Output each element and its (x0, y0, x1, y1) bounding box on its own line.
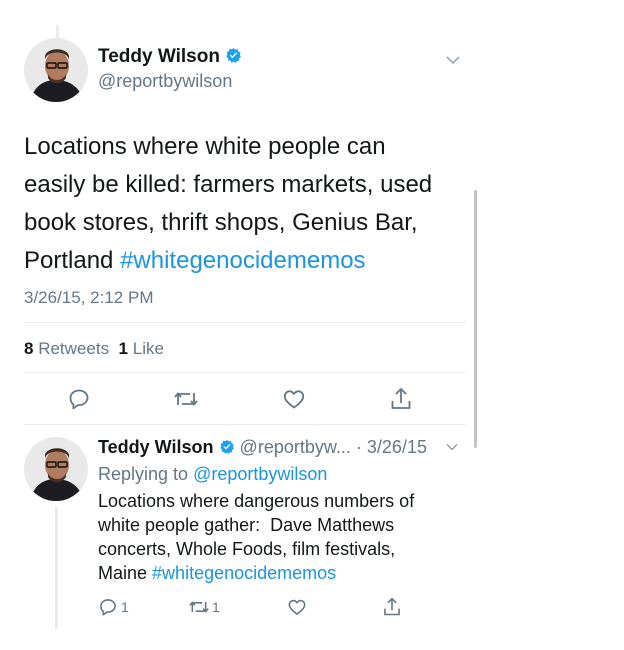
tweet-text-line: book stores, thrift shops, Genius Bar, (24, 209, 418, 236)
avatar-photo (24, 38, 88, 102)
header-separator: · (355, 437, 362, 457)
replying-to-label: Replying to (98, 464, 189, 484)
like-icon[interactable] (282, 387, 306, 411)
divider (24, 424, 466, 425)
tweet-text-line: easily be killed: farmers markets, used (24, 171, 433, 198)
tweet-text-line: Portland (24, 247, 114, 274)
author-name[interactable]: Teddy Wilson (98, 46, 220, 67)
hashtag-link[interactable]: #whitegenocidememos (152, 563, 336, 583)
hashtag-link[interactable]: #whitegenocidememos (120, 247, 365, 274)
avatar-photo (24, 437, 88, 501)
retweets-stat[interactable]: 8 Retweets (24, 339, 109, 358)
tweet-text-line: Locations where white people can (24, 133, 386, 160)
author-handle[interactable]: @reportbywilson (98, 70, 232, 92)
tweet-timestamp[interactable]: 3/26/15, 2:12 PM (24, 287, 153, 309)
tweet-text-line: white people gather: Dave Matthews (98, 515, 395, 535)
replying-to: Replying to @reportbywilson (98, 462, 327, 486)
reply-icon (98, 597, 118, 617)
retweet-count: 1 (212, 599, 220, 615)
likes-label: Like (132, 339, 164, 358)
reply-tweet-header: Teddy Wilson @reportbyw... · 3/26/15 (98, 436, 427, 460)
likes-count: 1 (118, 339, 128, 358)
share-icon[interactable] (389, 386, 413, 412)
likes-stat[interactable]: 1 Like (119, 339, 164, 358)
tweet-text-line: concerts, Whole Foods, film festivals, (98, 539, 396, 559)
scrollbar-thumb[interactable] (474, 190, 477, 448)
reply-count: 1 (121, 599, 129, 615)
reply-action[interactable]: 1 (98, 597, 129, 617)
thread-connector-top (56, 25, 59, 39)
divider (24, 322, 466, 323)
reply-tweet-text: Locations where dangerous numbers of whi… (98, 489, 468, 585)
tweet-date[interactable]: 3/26/15 (367, 437, 427, 457)
thread-connector-bottom (55, 507, 58, 629)
tweet-text-line: Maine (98, 563, 148, 583)
retweets-count: 8 (24, 339, 34, 358)
chevron-down-icon[interactable] (445, 442, 459, 452)
retweet-icon[interactable] (173, 387, 199, 411)
share-icon[interactable] (382, 596, 402, 618)
divider (24, 372, 466, 373)
reply-icon[interactable] (67, 387, 91, 411)
tweet-text-line: Locations where dangerous numbers of (98, 491, 415, 511)
main-tweet-avatar[interactable] (24, 38, 88, 102)
chevron-down-icon[interactable] (445, 54, 461, 66)
like-icon[interactable] (287, 597, 307, 617)
author-handle[interactable]: @reportbyw... (240, 437, 351, 457)
retweets-label: Retweets (38, 339, 110, 358)
main-tweet-text: Locations where white people can easily … (24, 128, 464, 280)
verified-badge-icon (225, 47, 242, 70)
verified-badge-icon (219, 438, 235, 460)
author-name[interactable]: Teddy Wilson (98, 437, 214, 457)
reply-tweet-avatar[interactable] (24, 437, 88, 501)
retweet-icon (188, 597, 210, 617)
tweet-stats: 8 Retweets 1 Like (24, 338, 164, 360)
retweet-action[interactable]: 1 (188, 597, 220, 617)
main-tweet-author[interactable]: Teddy Wilson (98, 46, 242, 70)
replying-to-handle[interactable]: @reportbywilson (193, 464, 327, 484)
